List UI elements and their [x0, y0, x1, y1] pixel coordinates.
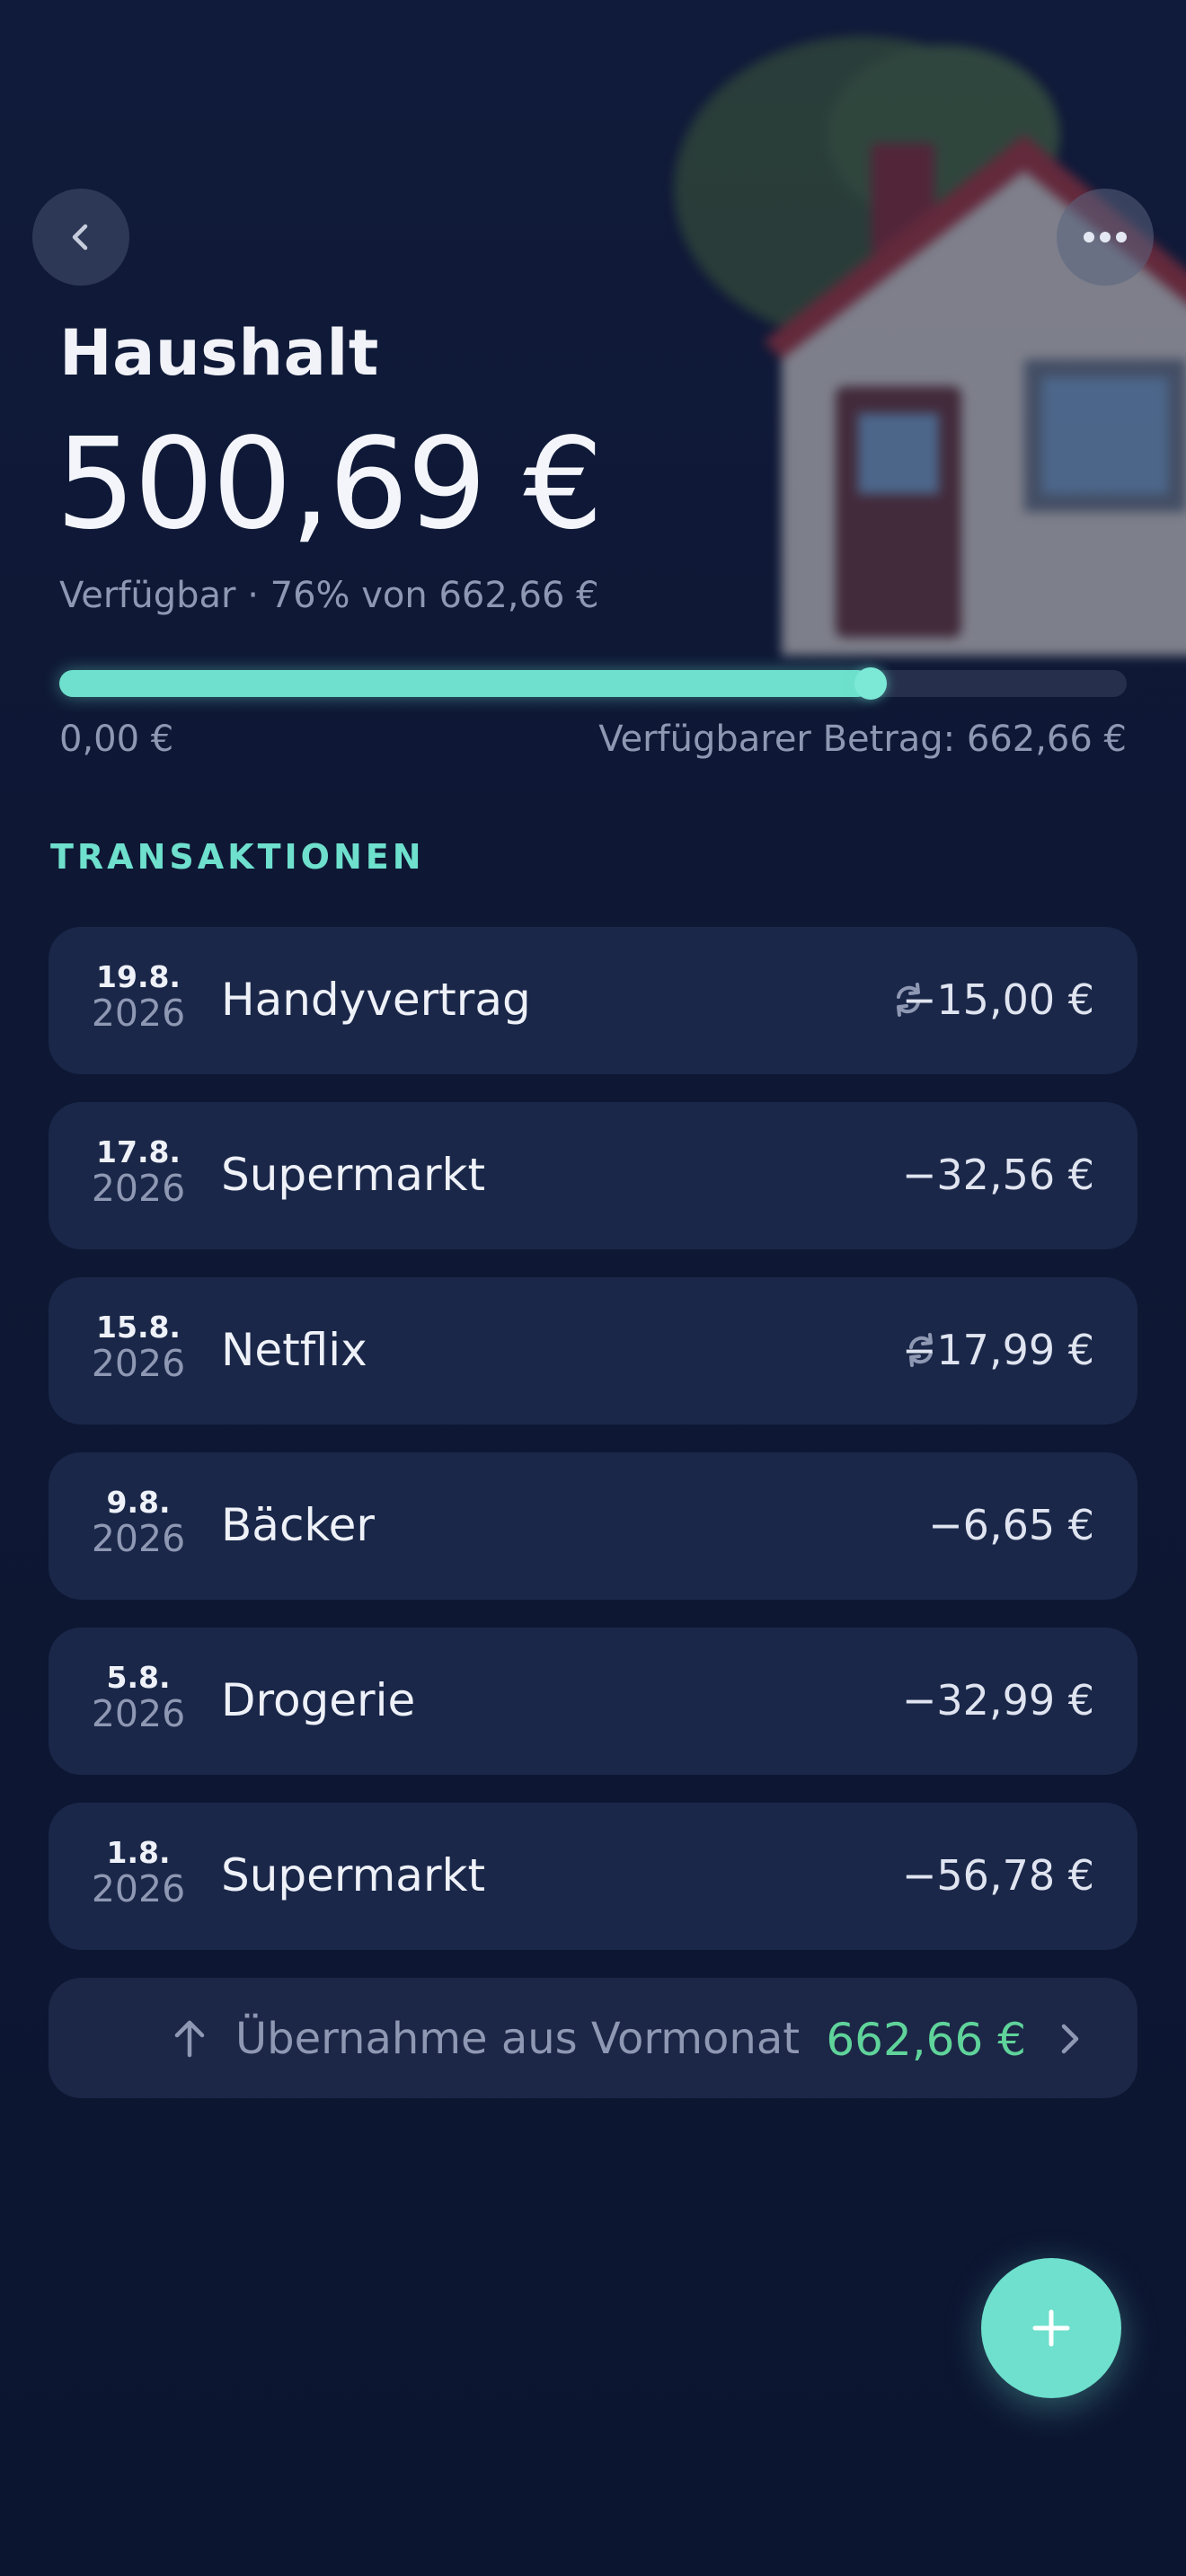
transaction-day: 9.8.	[106, 1485, 171, 1520]
transaction-day: 1.8.	[106, 1835, 171, 1870]
transaction-row[interactable]: 9.8. 2026 Bäcker −6,65 €	[49, 1452, 1137, 1600]
transaction-name: Netflix	[221, 1324, 367, 1376]
available-amount: 500,69 €	[56, 411, 603, 558]
transaction-row[interactable]: 1.8. 2026 Supermarkt −56,78 €	[49, 1803, 1137, 1950]
transaction-year: 2026	[91, 1167, 186, 1211]
transaction-date: 19.8. 2026	[49, 959, 228, 1036]
transaction-name: Supermarkt	[221, 1849, 486, 1901]
chevron-right-icon	[1061, 2024, 1079, 2054]
budget-progress-knob	[854, 667, 887, 700]
more-horizontal-icon	[1084, 232, 1127, 243]
carryover-label: Übernahme aus Vormonat	[235, 2014, 801, 2064]
transaction-name: Handyvertrag	[221, 974, 531, 1026]
add-transaction-button[interactable]	[981, 2258, 1121, 2398]
transaction-day: 17.8.	[96, 1134, 181, 1169]
transaction-row[interactable]: 15.8. 2026 Netflix −17,99 €	[49, 1277, 1137, 1425]
transaction-name: Supermarkt	[221, 1149, 486, 1201]
progress-max-label: Verfügbarer Betrag: 662,66 €	[598, 719, 1127, 760]
house-illustration	[674, 36, 1186, 656]
back-button[interactable]	[32, 189, 129, 286]
progress-min-label: 0,00 €	[59, 719, 174, 760]
budget-title: Haushalt	[59, 316, 379, 390]
transaction-row[interactable]: 17.8. 2026 Supermarkt −32,56 €	[49, 1102, 1137, 1249]
arrow-up-icon	[174, 2020, 205, 2058]
transaction-date: 5.8. 2026	[49, 1660, 228, 1736]
transaction-amount: −6,65 €	[928, 1501, 1094, 1549]
transaction-date: 9.8. 2026	[49, 1486, 228, 1559]
carryover-amount: 662,66 €	[826, 2014, 1026, 2066]
budget-progress-bar	[59, 667, 1127, 700]
budget-progress-fill	[59, 670, 871, 697]
transaction-date: 17.8. 2026	[49, 1134, 228, 1211]
transactions-section-title: TRANSAKTIONEN	[50, 837, 425, 877]
transaction-name: Drogerie	[221, 1674, 416, 1726]
transaction-amount: −15,00 €	[901, 975, 1094, 1024]
transaction-list: 19.8. 2026 Handyvertrag −15,00 € 17.8. 2…	[49, 927, 1137, 1978]
plus-icon	[1032, 2309, 1070, 2347]
transaction-amount: −32,56 €	[901, 1151, 1094, 1199]
transaction-day: 15.8.	[96, 1310, 181, 1345]
transaction-amount: −17,99 €	[901, 1326, 1094, 1374]
carryover-row[interactable]: Übernahme aus Vormonat 662,66 €	[49, 1978, 1137, 2098]
transaction-amount: −32,99 €	[901, 1676, 1094, 1725]
transaction-year: 2026	[91, 992, 186, 1036]
available-subtitle: Verfügbar · 76% von 662,66 €	[59, 575, 599, 616]
budget-detail-screen: Haushalt 500,69 € Verfügbar · 76% von 66…	[0, 0, 1186, 2576]
transaction-day: 19.8.	[96, 959, 181, 994]
more-options-button[interactable]	[1057, 189, 1154, 286]
transaction-date: 1.8. 2026	[49, 1835, 228, 1911]
transaction-date: 15.8. 2026	[49, 1310, 228, 1386]
transaction-name: Bäcker	[221, 1499, 375, 1551]
transaction-row[interactable]: 5.8. 2026 Drogerie −32,99 €	[49, 1628, 1137, 1775]
transaction-year: 2026	[91, 1517, 186, 1561]
transaction-day: 5.8.	[106, 1660, 171, 1695]
transaction-row[interactable]: 19.8. 2026 Handyvertrag −15,00 €	[49, 927, 1137, 1074]
chevron-left-icon	[72, 224, 88, 251]
transaction-year: 2026	[91, 1867, 186, 1911]
transaction-amount: −56,78 €	[901, 1851, 1094, 1900]
transaction-year: 2026	[91, 1342, 186, 1386]
transaction-year: 2026	[91, 1692, 186, 1736]
